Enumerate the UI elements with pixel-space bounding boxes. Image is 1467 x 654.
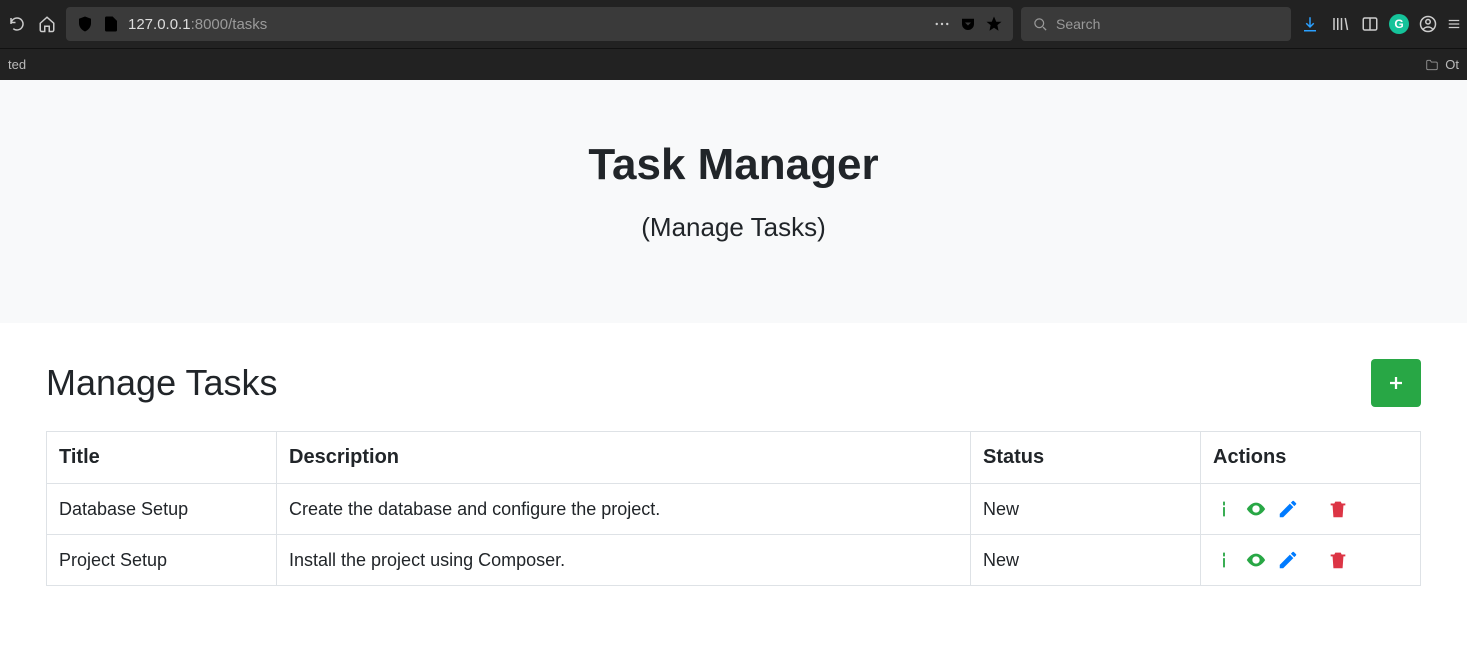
- tasks-table-body: Database SetupCreate the database and co…: [47, 484, 1421, 586]
- cell-title: Project Setup: [47, 535, 277, 586]
- reload-icon[interactable]: [6, 13, 28, 35]
- bookmarks-toolbar: ted Ot: [0, 48, 1467, 80]
- browser-search-input[interactable]: [1056, 16, 1279, 32]
- url-host: 127.0.0.1: [128, 16, 191, 33]
- hero-title: Task Manager: [0, 140, 1467, 190]
- th-title: Title: [47, 432, 277, 484]
- overflow-menu-icon[interactable]: [1447, 13, 1461, 35]
- bookmark-star-icon[interactable]: [985, 15, 1003, 33]
- info-icon[interactable]: [1213, 498, 1235, 520]
- tasks-table: Title Description Status Actions Databas…: [46, 431, 1421, 586]
- page-actions-icon[interactable]: [933, 15, 951, 33]
- bookmark-fragment-left[interactable]: ted: [8, 57, 26, 72]
- url-text: 127.0.0.1:8000/tasks: [128, 16, 267, 33]
- cell-actions: [1201, 484, 1421, 535]
- eye-icon[interactable]: [1245, 549, 1267, 571]
- eye-icon[interactable]: [1245, 498, 1267, 520]
- info-icon[interactable]: [1213, 549, 1235, 571]
- url-port: :8000: [191, 16, 229, 33]
- trash-icon[interactable]: [1327, 498, 1349, 520]
- tracking-shield-icon[interactable]: [76, 15, 94, 33]
- page-info-icon[interactable]: [102, 15, 120, 33]
- content-area: Manage Tasks Title Description Status Ac…: [0, 323, 1467, 622]
- cell-description: Create the database and configure the pr…: [277, 484, 971, 535]
- add-task-button[interactable]: [1371, 359, 1421, 407]
- account-icon[interactable]: [1417, 13, 1439, 35]
- table-row: Project SetupInstall the project using C…: [47, 535, 1421, 586]
- url-bar[interactable]: 127.0.0.1:8000/tasks: [66, 7, 1013, 41]
- home-icon[interactable]: [36, 13, 58, 35]
- th-actions: Actions: [1201, 432, 1421, 484]
- page-hero: Task Manager (Manage Tasks): [0, 80, 1467, 323]
- th-description: Description: [277, 432, 971, 484]
- library-icon[interactable]: [1329, 13, 1351, 35]
- edit-icon[interactable]: [1277, 549, 1299, 571]
- bookmark-folder-other[interactable]: Ot: [1425, 57, 1459, 72]
- trash-icon[interactable]: [1327, 549, 1349, 571]
- browser-search-bar[interactable]: [1021, 7, 1291, 41]
- edit-icon[interactable]: [1277, 498, 1299, 520]
- cell-description: Install the project using Composer.: [277, 535, 971, 586]
- browser-chrome: 127.0.0.1:8000/tasks G: [0, 0, 1467, 80]
- content-header: Manage Tasks: [46, 359, 1421, 407]
- th-status: Status: [971, 432, 1201, 484]
- reader-view-icon[interactable]: [1359, 13, 1381, 35]
- pocket-icon[interactable]: [959, 15, 977, 33]
- table-row: Database SetupCreate the database and co…: [47, 484, 1421, 535]
- url-path: /tasks: [228, 16, 267, 33]
- plus-icon: [1387, 374, 1405, 392]
- cell-title: Database Setup: [47, 484, 277, 535]
- grammarly-extension-icon[interactable]: G: [1389, 14, 1409, 34]
- section-heading: Manage Tasks: [46, 362, 277, 404]
- bookmark-folder-other-label: Ot: [1445, 57, 1459, 72]
- browser-toolbar: 127.0.0.1:8000/tasks G: [0, 0, 1467, 48]
- cell-status: New: [971, 484, 1201, 535]
- tasks-table-head: Title Description Status Actions: [47, 432, 1421, 484]
- hero-subtitle: (Manage Tasks): [0, 212, 1467, 243]
- cell-status: New: [971, 535, 1201, 586]
- search-icon: [1033, 17, 1048, 32]
- cell-actions: [1201, 535, 1421, 586]
- downloads-icon[interactable]: [1299, 13, 1321, 35]
